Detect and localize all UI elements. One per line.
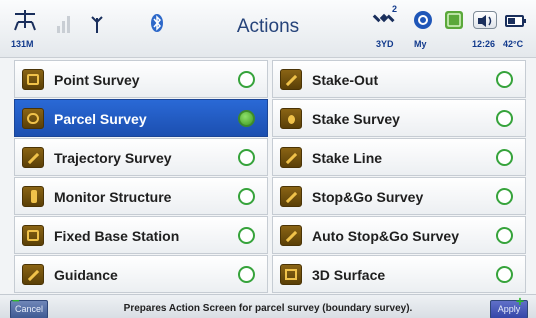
base-station-icon <box>22 225 44 246</box>
antenna-height-value: 131M <box>11 39 34 49</box>
action-row-stake-line[interactable]: Stake Line <box>272 138 526 176</box>
footer-bar: − Cancel Prepares Action Screen for parc… <box>0 293 536 318</box>
data-storage-icon[interactable] <box>444 10 464 35</box>
stake-out-icon <box>280 69 302 90</box>
action-radio[interactable] <box>496 110 513 127</box>
action-row-monitor-structure[interactable]: Monitor Structure <box>14 177 268 215</box>
action-row-stake-out[interactable]: Stake-Out <box>272 60 526 98</box>
action-label: Fixed Base Station <box>54 228 180 244</box>
action-row-guidance[interactable]: Guidance <box>14 255 268 293</box>
action-row-stop-go-survey[interactable]: Stop&Go Survey <box>272 177 526 215</box>
parcel-survey-icon <box>22 108 44 129</box>
action-radio-selected[interactable] <box>238 110 255 127</box>
action-radio[interactable] <box>238 71 255 88</box>
point-survey-icon <box>22 69 44 90</box>
action-radio[interactable] <box>238 227 255 244</box>
speaker-icon[interactable] <box>473 11 497 34</box>
action-row-stake-survey[interactable]: Stake Survey <box>272 99 526 137</box>
stop-go-survey-icon <box>280 186 302 207</box>
satellite-superscript: 2 <box>392 4 398 14</box>
page-title: Actions <box>236 16 300 37</box>
signal-bars-icon <box>56 14 72 39</box>
action-radio[interactable] <box>496 266 513 283</box>
action-column-left: Point Survey Parcel Survey Trajectory Su… <box>14 60 268 294</box>
bluetooth-icon[interactable] <box>150 13 164 38</box>
action-radio[interactable] <box>496 227 513 244</box>
action-radio[interactable] <box>238 266 255 283</box>
action-label: Stake-Out <box>312 72 379 88</box>
action-label: Trajectory Survey <box>54 150 172 166</box>
profile-icon[interactable] <box>413 10 433 35</box>
plus-icon: + <box>515 293 524 309</box>
action-radio[interactable] <box>238 188 255 205</box>
auto-stop-go-survey-icon <box>280 225 302 246</box>
action-label: Stake Line <box>312 150 383 166</box>
action-label: Stake Survey <box>312 111 400 127</box>
trajectory-survey-icon <box>22 147 44 168</box>
minus-icon: − <box>12 293 20 308</box>
action-row-parcel-survey[interactable]: Parcel Survey <box>14 99 268 137</box>
action-row-trajectory-survey[interactable]: Trajectory Survey <box>14 138 268 176</box>
status-bar: 131M Actions 2 3YD My 12:26 42°C <box>0 0 536 58</box>
action-row-auto-stop-go-survey[interactable]: Auto Stop&Go Survey <box>272 216 526 254</box>
3d-surface-icon <box>280 264 302 285</box>
action-label: Stop&Go Survey <box>312 189 424 205</box>
apply-button[interactable]: + Apply <box>490 293 528 318</box>
action-row-point-survey[interactable]: Point Survey <box>14 60 268 98</box>
action-label: 3D Surface <box>312 267 386 283</box>
radio-antenna-icon[interactable] <box>90 14 104 39</box>
action-radio[interactable] <box>238 149 255 166</box>
status-hint: Prepares Action Screen for parcel survey… <box>123 303 413 314</box>
action-label: Point Survey <box>54 72 140 88</box>
action-column-right: Stake-Out Stake Survey Stake Line Stop&G… <box>272 60 526 294</box>
action-label: Auto Stop&Go Survey <box>312 228 460 244</box>
temperature-value: 42°C <box>503 39 524 49</box>
cancel-button[interactable]: − Cancel <box>10 293 48 318</box>
action-row-3d-surface[interactable]: 3D Surface <box>272 255 526 293</box>
stake-line-icon <box>280 147 302 168</box>
clock-time: 12:26 <box>472 39 496 49</box>
satellite-value: 3YD <box>376 39 394 49</box>
action-label: Monitor Structure <box>54 189 172 205</box>
monitor-structure-icon <box>22 186 44 207</box>
action-radio[interactable] <box>496 188 513 205</box>
action-list: Point Survey Parcel Survey Trajectory Su… <box>14 60 526 294</box>
action-row-fixed-base-station[interactable]: Fixed Base Station <box>14 216 268 254</box>
profile-value: My <box>414 39 427 49</box>
action-label: Guidance <box>54 267 118 283</box>
guidance-icon <box>22 264 44 285</box>
antenna-height-icon[interactable] <box>12 8 38 43</box>
action-radio[interactable] <box>496 149 513 166</box>
action-label: Parcel Survey <box>54 111 147 127</box>
battery-icon[interactable] <box>505 14 527 33</box>
action-radio[interactable] <box>496 71 513 88</box>
stake-survey-icon <box>280 108 302 129</box>
